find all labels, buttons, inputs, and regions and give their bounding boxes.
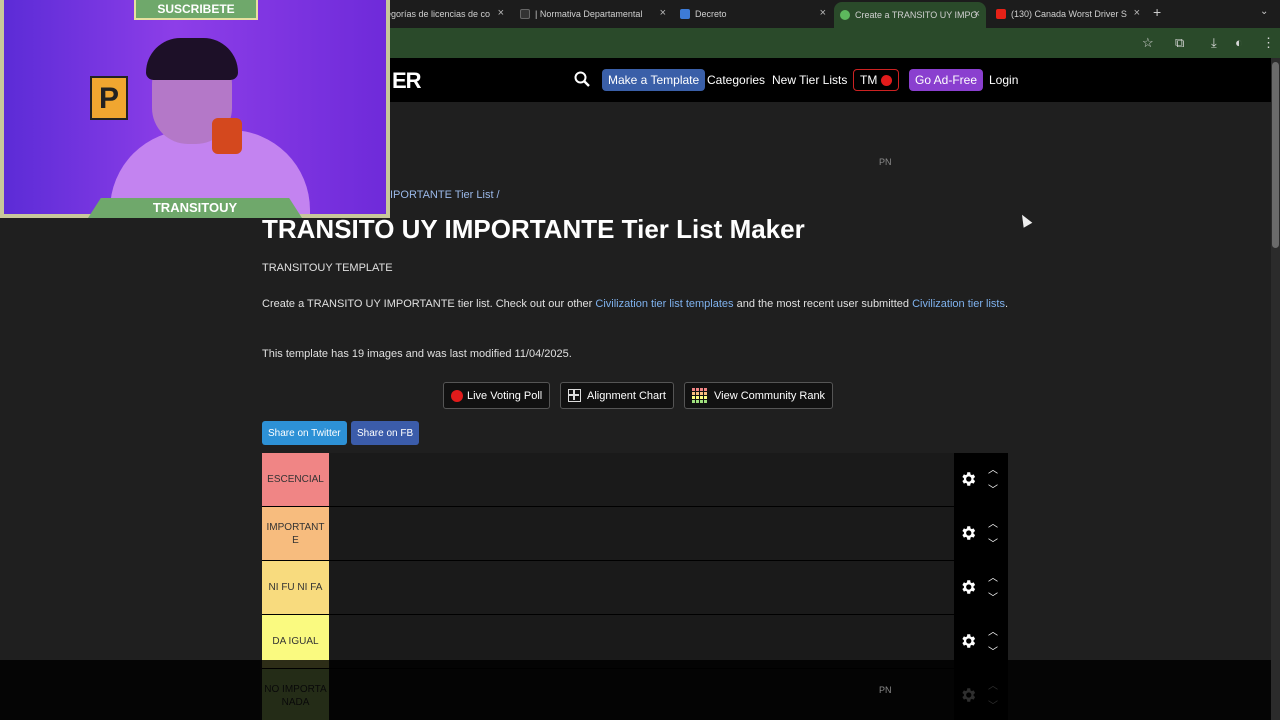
- close-icon[interactable]: ×: [660, 7, 666, 19]
- close-icon[interactable]: ×: [498, 7, 504, 19]
- tab-label: Create a TRANSITO UY IMPO: [855, 10, 978, 20]
- chevron-up-icon[interactable]: ︿: [988, 623, 998, 638]
- search-icon[interactable]: [574, 71, 590, 87]
- bottom-overlay: [0, 660, 1280, 720]
- alignment-chart-button[interactable]: Alignment Chart: [560, 382, 674, 409]
- grid-icon: [568, 389, 581, 402]
- screen: egorías de licencias de co × | Normativa…: [0, 0, 1280, 720]
- bookmark-star-icon[interactable]: ☆: [1142, 35, 1154, 51]
- chevron-down-icon[interactable]: ﹀: [988, 643, 998, 658]
- live-voting-label: Live Voting Poll: [467, 389, 543, 402]
- new-tab-button[interactable]: +: [1153, 4, 1161, 20]
- categories-link[interactable]: Categories: [707, 73, 765, 87]
- gear-icon[interactable]: [959, 524, 977, 542]
- community-rank-label: View Community Rank: [714, 389, 826, 402]
- browser-tab-licencias[interactable]: egorías de licencias de co ×: [386, 4, 504, 24]
- template-author: TRANSITOUY TEMPLATE: [262, 262, 393, 274]
- tier-drop-zone[interactable]: [329, 453, 954, 506]
- close-icon[interactable]: ×: [974, 8, 980, 20]
- favicon-icon: [680, 9, 690, 19]
- desc-suffix: .: [1005, 298, 1009, 310]
- tier-label[interactable]: NI FU NI FA: [262, 561, 329, 614]
- go-ad-free-button[interactable]: Go Ad-Free: [909, 69, 984, 91]
- new-tier-lists-link[interactable]: New Tier Lists: [772, 73, 847, 87]
- live-voting-poll-button[interactable]: Live Voting Poll: [443, 382, 551, 409]
- tier-colors-icon: [692, 387, 708, 404]
- tab-search-button[interactable]: ⌄: [1260, 6, 1268, 17]
- favicon-icon: [840, 10, 850, 20]
- favicon-icon: [520, 9, 530, 19]
- gear-icon[interactable]: [959, 632, 977, 650]
- chevron-down-icon[interactable]: ﹀: [988, 481, 998, 496]
- alignment-chart-label: Alignment Chart: [587, 389, 666, 402]
- tier-label[interactable]: ESCENCIAL: [262, 453, 329, 506]
- tab-label: egorías de licencias de co: [386, 9, 491, 19]
- view-community-rank-button[interactable]: View Community Rank: [684, 382, 834, 409]
- tier-row: ESCENCIAL ︿ ﹀: [262, 453, 1008, 507]
- tm-live-button[interactable]: TM: [853, 69, 900, 91]
- close-icon[interactable]: ×: [1134, 7, 1140, 19]
- browser-menu-icon[interactable]: ⋮: [1262, 35, 1275, 51]
- chevron-down-icon[interactable]: ﹀: [988, 535, 998, 550]
- extensions-icon[interactable]: ⧉: [1175, 35, 1184, 51]
- tier-label[interactable]: IMPORTANTE: [262, 507, 329, 560]
- tab-label: (130) Canada Worst Driver S: [1011, 9, 1127, 19]
- tab-label: | Normativa Departamental: [535, 9, 643, 19]
- tier-row: IMPORTANTE ︿ ﹀: [262, 507, 1008, 561]
- chevron-up-icon[interactable]: ︿: [988, 569, 998, 584]
- download-icon[interactable]: ⤓: [1211, 35, 1217, 51]
- template-meta: This template has 19 images and was last…: [262, 348, 572, 360]
- page-title: TRANSITO UY IMPORTANTE Tier List Maker: [262, 214, 805, 244]
- tier-drop-zone[interactable]: [329, 561, 954, 614]
- mouse-cursor-icon: [1017, 212, 1033, 228]
- chevron-up-icon[interactable]: ︿: [988, 461, 998, 476]
- browser-tab-normativa[interactable]: | Normativa Departamental ×: [520, 4, 666, 24]
- site-logo[interactable]: ER: [392, 68, 422, 94]
- gear-icon[interactable]: [959, 578, 977, 596]
- tier-controls: ︿﹀: [954, 561, 1008, 614]
- subscribe-banner: SUSCRIBETE: [134, 0, 258, 20]
- browser-tab-tiermaker[interactable]: Create a TRANSITO UY IMPO ×: [834, 2, 986, 28]
- tier-row: NI FU NI FA ︿ ﹀: [262, 561, 1008, 615]
- browser-tab-decreto[interactable]: Decreto ×: [680, 4, 826, 24]
- live-dot-icon: [881, 74, 893, 86]
- template-description: Create a TRANSITO UY IMPORTANTE tier lis…: [262, 294, 1022, 314]
- streamer-name-banner: TRANSITOUY: [88, 198, 302, 218]
- desc-prefix: Create a TRANSITO UY IMPORTANTE tier lis…: [262, 298, 596, 310]
- webcam-overlay: P SUSCRIBETE TRANSITOUY: [0, 0, 390, 218]
- ad-placeholder-marker: PN: [879, 685, 892, 695]
- ad-placeholder-marker: PN: [879, 157, 892, 167]
- scrollbar-thumb[interactable]: [1272, 62, 1279, 248]
- civilization-templates-link[interactable]: Civilization tier list templates: [595, 298, 733, 310]
- tab-label: Decreto: [695, 9, 727, 19]
- share-twitter-button[interactable]: Share on Twitter: [262, 421, 347, 445]
- live-dot-icon: [451, 389, 463, 402]
- close-icon[interactable]: ×: [820, 7, 826, 19]
- breadcrumb[interactable]: IPORTANTE Tier List /: [390, 189, 500, 201]
- tier-drop-zone[interactable]: [329, 507, 954, 560]
- desc-middle: and the most recent user submitted: [733, 298, 913, 310]
- login-link[interactable]: Login: [989, 73, 1018, 87]
- make-template-button[interactable]: Make a Template: [602, 69, 706, 91]
- youtube-icon: [996, 9, 1006, 19]
- chevron-down-icon[interactable]: ﹀: [988, 589, 998, 604]
- webcam-frame: [0, 0, 390, 218]
- share-fb-button[interactable]: Share on FB: [351, 421, 420, 445]
- profile-avatar-icon[interactable]: ◐: [1235, 35, 1243, 51]
- gear-icon[interactable]: [959, 470, 977, 488]
- browser-tab-youtube[interactable]: (130) Canada Worst Driver S ×: [996, 4, 1140, 24]
- civilization-tier-lists-link[interactable]: Civilization tier lists: [912, 298, 1005, 310]
- tier-controls: ︿﹀: [954, 507, 1008, 560]
- tm-label: TM: [860, 73, 878, 87]
- chevron-up-icon[interactable]: ︿: [988, 515, 998, 530]
- tier-controls: ︿﹀: [954, 453, 1008, 506]
